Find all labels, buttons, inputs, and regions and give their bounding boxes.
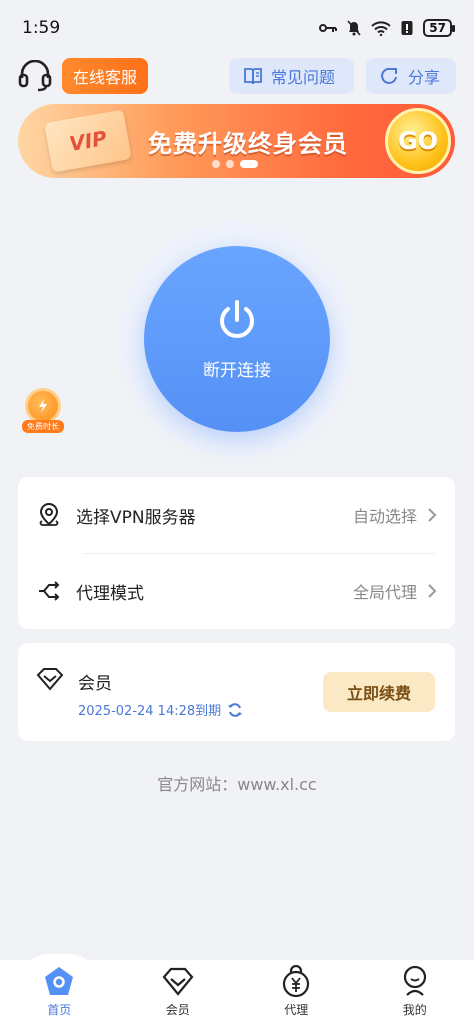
server-select-label: 选择VPN服务器 bbox=[76, 507, 196, 528]
power-icon bbox=[220, 299, 254, 338]
tab-home-label: 首页 bbox=[47, 1003, 72, 1017]
banner-dot bbox=[212, 160, 220, 168]
customer-service-button[interactable]: 在线客服 bbox=[62, 58, 148, 94]
status-bar: 1:59 57 bbox=[0, 0, 474, 56]
member-title: 会员 bbox=[78, 674, 112, 694]
chevron-right-icon bbox=[428, 508, 437, 522]
settings-card: 选择VPN服务器 自动选择 代理模式 全局代理 bbox=[18, 477, 455, 629]
banner-headline: 免费升级终身会员 bbox=[148, 130, 348, 158]
proxy-mode-row[interactable]: 代理模式 全局代理 bbox=[18, 553, 455, 629]
faq-button[interactable]: 常见问题 bbox=[229, 58, 354, 94]
proxy-icon bbox=[283, 965, 310, 997]
alert-icon bbox=[401, 21, 413, 35]
top-bar: 在线客服 常见问题 分享 bbox=[18, 58, 456, 94]
tab-profile-label: 我的 bbox=[402, 1003, 427, 1017]
diamond-icon bbox=[162, 967, 194, 996]
free-time-label: 免费时长 bbox=[22, 420, 64, 433]
vpn-key-icon bbox=[319, 24, 338, 32]
faq-label: 常见问题 bbox=[271, 68, 336, 87]
banner-pagination bbox=[212, 160, 258, 168]
go-button[interactable]: GO bbox=[385, 108, 451, 174]
mute-bell-icon bbox=[347, 20, 361, 36]
proxy-mode-label: 代理模式 bbox=[76, 583, 144, 604]
headset-icon[interactable] bbox=[18, 59, 52, 96]
free-time-widget[interactable]: 免费时长 bbox=[18, 388, 68, 442]
tab-member[interactable]: 会员 bbox=[138, 967, 218, 1018]
banner-dot bbox=[226, 160, 234, 168]
customer-service-label: 在线客服 bbox=[72, 68, 137, 87]
server-select-row[interactable]: 选择VPN服务器 自动选择 bbox=[18, 477, 455, 553]
renew-label: 立即续费 bbox=[346, 684, 411, 703]
go-label: GO bbox=[397, 127, 439, 155]
tab-proxy-label: 代理 bbox=[284, 1003, 309, 1017]
tab-member-label: 会员 bbox=[165, 1003, 190, 1017]
banner-dot-active bbox=[240, 160, 258, 168]
profile-icon bbox=[403, 965, 426, 996]
member-expiry-text: 2025-02-24 14:28到期 bbox=[78, 704, 222, 719]
shuffle-icon bbox=[39, 581, 60, 601]
book-icon bbox=[244, 68, 262, 85]
server-select-value: 自动选择 bbox=[352, 507, 417, 526]
wifi-icon bbox=[371, 20, 391, 36]
share-icon bbox=[381, 67, 397, 84]
member-card: 会员 2025-02-24 14:28到期 立即续费 bbox=[18, 643, 455, 741]
official-website[interactable]: 官方网站：www.xl.cc bbox=[0, 771, 474, 795]
member-expiry: 2025-02-24 14:28到期 bbox=[78, 700, 243, 719]
vip-card-text: VIP bbox=[67, 125, 109, 157]
power-label: 断开连接 bbox=[203, 360, 271, 381]
share-button[interactable]: 分享 bbox=[366, 58, 456, 94]
location-pin-icon bbox=[39, 502, 59, 526]
diamond-icon bbox=[36, 668, 64, 691]
connect-toggle-button[interactable]: 断开连接 bbox=[144, 246, 330, 432]
tab-proxy[interactable]: 代理 bbox=[256, 965, 336, 1018]
renew-button[interactable]: 立即续费 bbox=[323, 672, 435, 712]
refresh-icon[interactable] bbox=[227, 702, 243, 718]
share-label: 分享 bbox=[408, 68, 441, 87]
status-time: 1:59 bbox=[22, 18, 61, 38]
battery-indicator: 57 bbox=[423, 19, 455, 37]
proxy-mode-value: 全局代理 bbox=[352, 583, 417, 602]
stopwatch-icon bbox=[25, 388, 61, 424]
home-icon bbox=[45, 967, 74, 995]
vip-card-graphic: VIP bbox=[44, 109, 132, 173]
status-icons: 57 bbox=[319, 19, 455, 37]
tab-profile[interactable]: 我的 bbox=[375, 965, 455, 1018]
bottom-tab-bar: 首页 会员 代理 我的 bbox=[0, 960, 474, 1024]
tab-home[interactable]: 首页 bbox=[19, 965, 99, 1018]
chevron-right-icon bbox=[428, 584, 437, 598]
